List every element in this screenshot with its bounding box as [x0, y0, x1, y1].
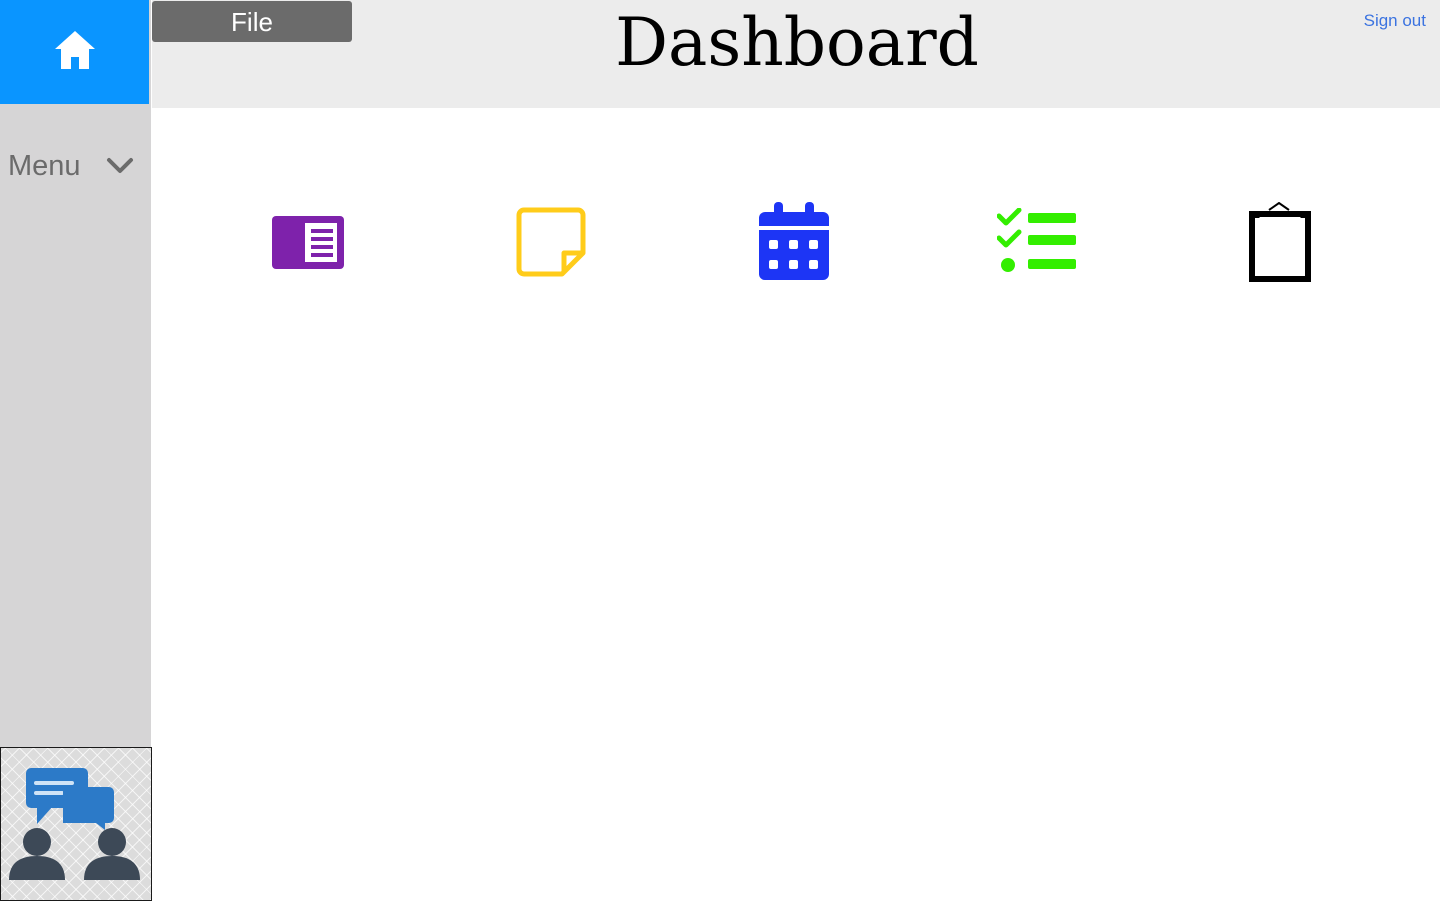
tasks-app-button[interactable] [989, 196, 1085, 292]
menu-label: Menu [8, 149, 81, 182]
home-button[interactable] [0, 0, 149, 104]
calendar-app-button[interactable] [746, 196, 842, 292]
page-title: Dashboard [615, 4, 979, 81]
chevron-down-icon [106, 154, 134, 183]
chat-users-button[interactable] [0, 747, 152, 901]
menu-toggle[interactable]: Menu [0, 140, 151, 192]
reader-icon [271, 213, 345, 276]
file-menu-button[interactable]: File [152, 1, 352, 42]
checklist-icon [996, 207, 1077, 281]
chat-users-icon [1, 768, 151, 904]
clipboard-icon [1249, 201, 1311, 287]
notes-app-button[interactable] [503, 196, 599, 292]
calendar-icon [759, 201, 829, 287]
reader-app-button[interactable] [260, 196, 356, 292]
sign-out-link[interactable]: Sign out [1364, 11, 1426, 31]
home-icon [53, 29, 97, 76]
sidebar: Menu [0, 0, 152, 901]
sticky-note-icon [516, 207, 586, 282]
clipboard-app-button[interactable] [1232, 196, 1328, 292]
